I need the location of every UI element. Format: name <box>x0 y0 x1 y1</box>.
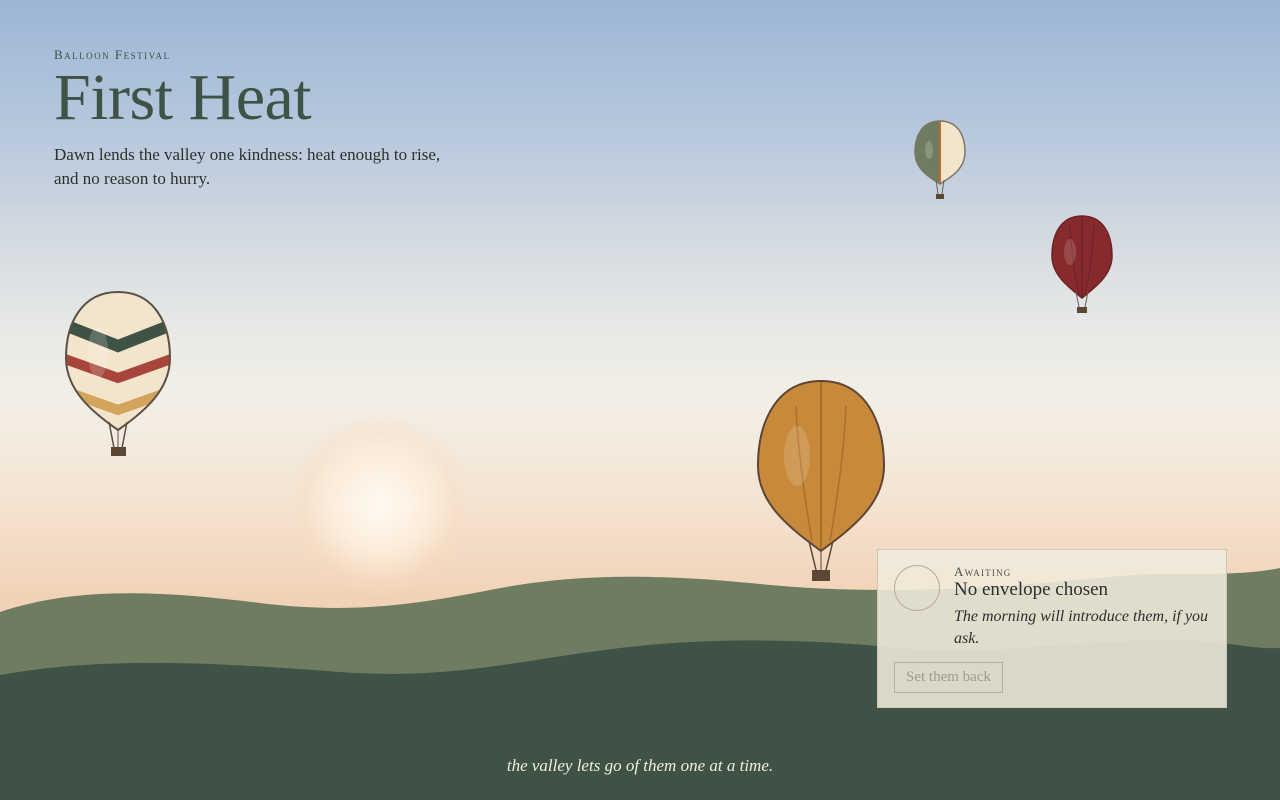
set-them-back-button[interactable]: Set them back <box>894 662 1003 693</box>
panel-description: The morning will introduce them, if you … <box>954 608 1209 647</box>
balloon-crimson[interactable] <box>1048 212 1116 316</box>
balloon-chevron[interactable] <box>62 288 174 460</box>
page-tagline: Dawn lends the valley one kindness: heat… <box>54 145 441 188</box>
panel-title: No envelope chosen <box>954 579 1109 600</box>
selection-panel: Awaiting No envelope chosen The morning … <box>877 549 1227 708</box>
page-title: First Heat <box>54 61 312 134</box>
panel-status-label: Awaiting <box>954 564 1012 579</box>
footer-caption: the valley lets go of them one at a time… <box>506 756 774 775</box>
page-header: Balloon Festival First Heat Dawn lends t… <box>54 47 454 191</box>
balloon-split[interactable] <box>912 118 968 202</box>
balloon-amber[interactable] <box>752 376 890 586</box>
envelope-swatch <box>894 565 940 611</box>
